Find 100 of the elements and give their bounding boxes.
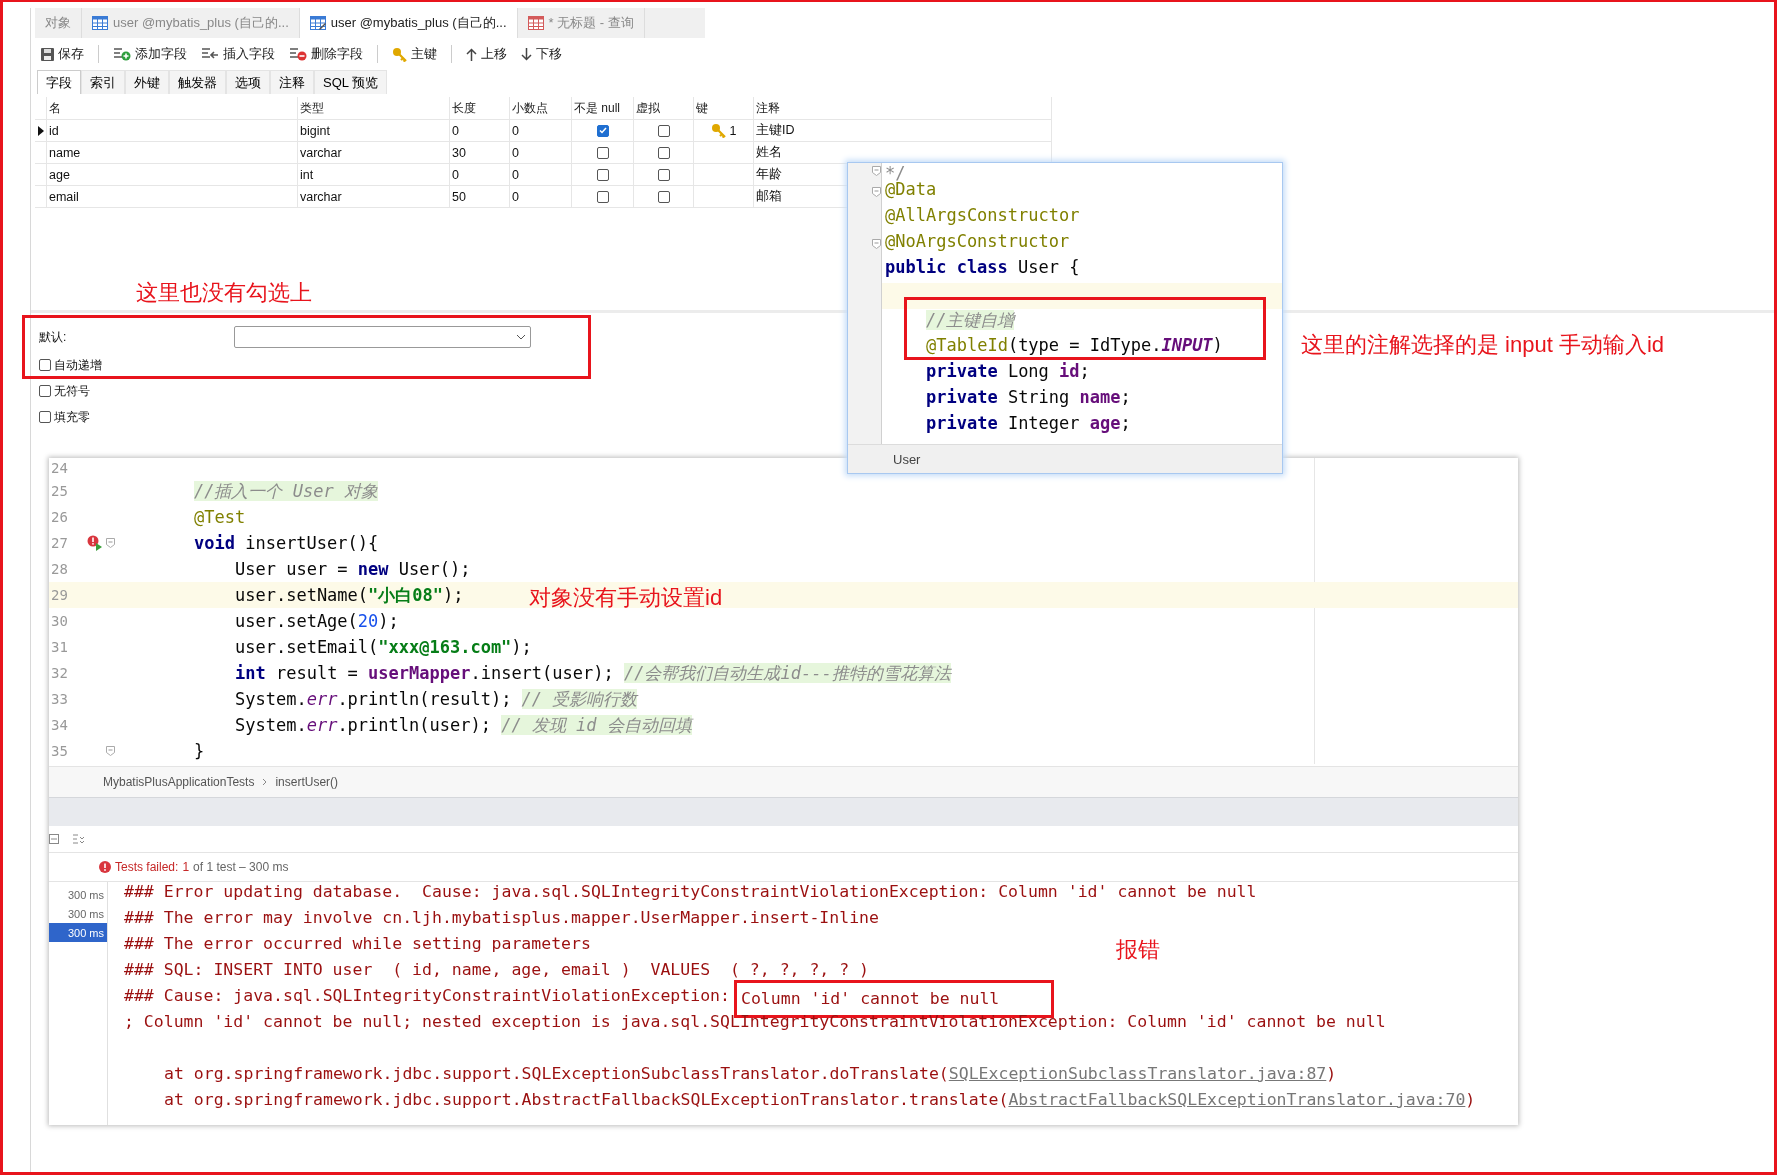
table-cell: varchar [298,142,450,164]
breadcrumb-item[interactable]: MybatisPlusApplicationTests [103,775,255,789]
collapse-icon[interactable] [49,834,59,844]
test-duration[interactable]: 300 ms [49,885,107,904]
chevron-down-icon [516,334,526,340]
toolbar-button[interactable]: 保存 [35,43,90,65]
console-text: ### Cause: java.sql.SQLIntegrityConstraintViolationException: [124,986,730,1007]
annotation-text: 报错 [1116,936,1160,964]
console-text: ### The error may involve cn.ljh.mybatisplus.mapper.UserMapper.insert-Inline [124,908,879,929]
code-line: @TableId(type = IdType.INPUT) [926,335,1223,355]
annotation-text: 这里的注解选择的是 input 手动输入id [1301,331,1665,359]
test-duration[interactable]: 300 ms [49,923,107,942]
table-icon [92,16,108,30]
toolbar-button[interactable]: 添加字段 [107,43,193,65]
run-failed-icon[interactable] [87,535,103,551]
fold-marker-icon[interactable] [872,166,881,176]
line-number: 27 [50,535,69,551]
table-cell: 0 [450,120,510,142]
test-summary: of 1 test – 300 ms [193,860,289,874]
section-tab[interactable]: 索引 [81,70,125,94]
key-icon [710,123,726,138]
checkbox[interactable] [596,190,609,203]
status-label: Tests failed: [115,860,179,874]
code-line: private Integer age; [926,413,1131,433]
column-header[interactable]: 名 [47,97,298,120]
default-dropdown[interactable] [234,326,531,348]
chevron-right-icon [262,778,268,786]
checkbox-option[interactable]: 无符号 [39,381,90,401]
checkbox[interactable] [39,359,51,371]
table-cell: int [298,164,450,186]
document-tab[interactable]: user @mybatis_plus (自己的... [299,8,518,38]
code-line: user.setName("小白08"); [235,583,464,607]
checkbox[interactable] [596,168,609,181]
console-text: at org.springframework.jdbc.support.SQLExceptionSubclassTranslator.doTranslate( [164,1064,949,1085]
table-cell: 30 [450,142,510,164]
breadcrumb-item[interactable]: insertUser() [275,775,339,789]
annotation-text: 对象没有手动设置id [529,584,723,612]
section-tab[interactable]: 选项 [226,70,270,94]
annotation-text: 这里也没有勾选上 [136,279,312,307]
console-text: ### Error updating database. Cause: java.sql.SQLIntegrityConstraintViolationException: Column 'id' cannot be null [124,882,1257,903]
column-header[interactable]: 不是 null [572,97,634,120]
checkbox-option[interactable]: 填充零 [39,407,90,427]
fold-marker-icon[interactable] [872,187,881,197]
checkbox[interactable] [39,411,51,423]
section-tab[interactable]: 注释 [270,70,314,94]
list-settings-icon[interactable] [73,834,85,844]
column-header[interactable]: 注释 [754,97,1052,120]
checkbox[interactable] [657,124,670,137]
table-cell: id [47,120,298,142]
code-line: @AllArgsConstructor [885,205,1080,225]
checkbox[interactable] [596,124,609,137]
column-header[interactable]: 长度 [450,97,510,120]
line-number: 31 [50,639,69,655]
section-tab[interactable]: 外键 [125,70,169,94]
column-header[interactable]: 小数点 [510,97,572,120]
code-line: System.err.println(result); // 受影响行数 [235,687,638,711]
code-line: user.setEmail("xxx@163.com"); [235,637,532,657]
column-header[interactable]: 虚拟 [634,97,694,120]
toolbar-button[interactable]: 主键 [386,43,443,65]
toolbar-button[interactable]: 插入字段 [195,43,281,65]
fold-marker-icon[interactable] [872,239,881,249]
fold-marker-icon[interactable] [106,538,115,548]
checkbox[interactable] [596,146,609,159]
fold-marker-icon[interactable] [106,746,115,756]
table-icon [309,16,326,30]
console-text: ) [1326,1064,1337,1085]
checkbox-option[interactable]: 自动递增 [39,355,102,375]
toolbar-button[interactable]: 下移 [515,43,568,65]
popup-footer: User [848,444,1282,473]
section-tab[interactable]: 字段 [37,70,81,94]
source-link[interactable]: AbstractFallbackSQLExceptionTranslator.java:70 [1008,1090,1466,1116]
line-number: 35 [50,743,69,759]
column-header[interactable]: 键 [694,97,754,120]
console-text: ### The error occurred while setting parameters [124,934,591,955]
key-order: 1 [729,123,737,138]
key-icon [392,46,407,62]
toolbar-button[interactable]: 上移 [460,43,513,65]
checkbox[interactable] [657,190,670,203]
source-link[interactable]: SQLExceptionSubclassTranslator.java:87 [948,1064,1327,1090]
test-duration[interactable]: 300 ms [49,904,107,923]
line-number: 24 [50,460,69,476]
code-line: int result = userMapper.insert(user); //会帮我们自动生成id---推特的雪花算法 [235,661,951,685]
code-line: @NoArgsConstructor [885,231,1070,251]
line-number: 33 [50,691,69,707]
code-line: void insertUser(){ [194,533,379,553]
code-line: user.setAge(20); [235,611,399,631]
checkbox[interactable] [657,146,670,159]
line-number: 28 [50,561,69,577]
table-cell: email [47,186,298,208]
section-tab[interactable]: 触发器 [169,70,226,94]
section-tab[interactable]: SQL 预览 [314,70,388,94]
code-line: User user = new User(); [235,559,471,579]
table-cell: varchar [298,186,450,208]
column-header[interactable]: 类型 [298,97,450,120]
field-list-icon [289,47,307,61]
checkbox[interactable] [657,168,670,181]
line-number: 26 [50,509,69,525]
toolbar-button[interactable]: 删除字段 [283,43,369,65]
code-line: private String name; [926,387,1131,407]
checkbox[interactable] [39,385,51,397]
